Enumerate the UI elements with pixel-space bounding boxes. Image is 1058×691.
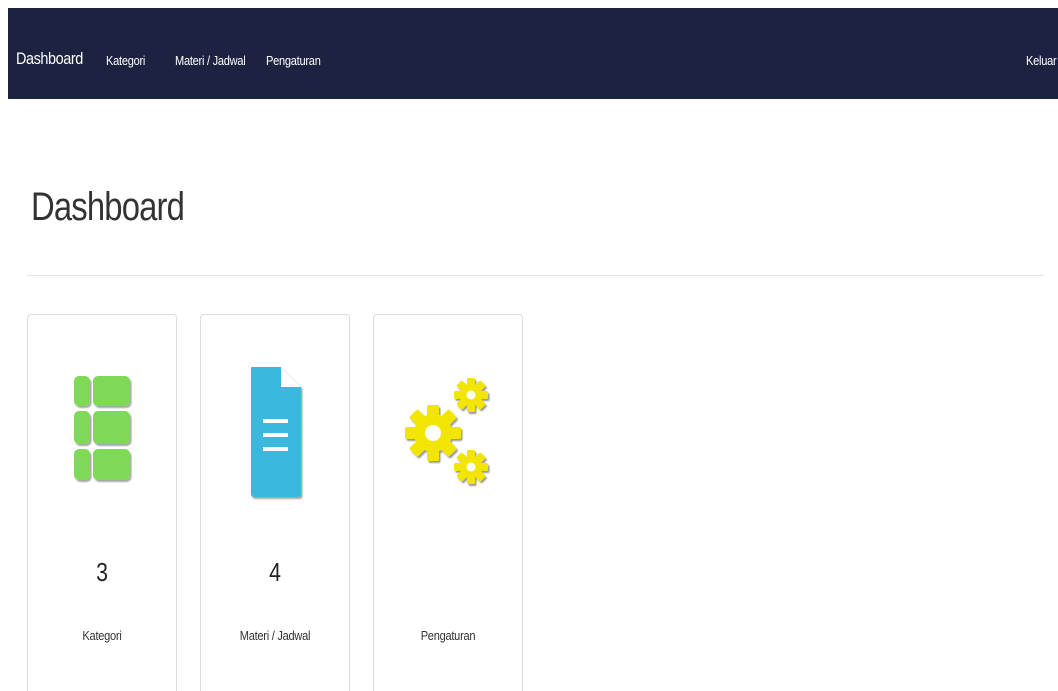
gears-icon xyxy=(374,363,522,503)
page-root: Dashboard Kategori Materi / Jadwal Penga… xyxy=(0,0,1058,691)
header-divider xyxy=(27,275,1044,276)
tile-count: 4 xyxy=(269,557,281,587)
nav-link-materi-jadwal[interactable]: Materi / Jadwal xyxy=(175,53,246,68)
top-navbar: Dashboard Kategori Materi / Jadwal Penga… xyxy=(8,8,1058,99)
navbar-brand[interactable]: Dashboard xyxy=(16,49,83,69)
tile-kategori[interactable]: 3 Kategori xyxy=(27,314,177,691)
nav-link-keluar[interactable]: Keluar xyxy=(1026,53,1057,68)
tile-label: Materi / Jadwal xyxy=(239,628,311,643)
tile-pengaturan[interactable]: Pengaturan xyxy=(373,314,523,691)
tile-count: 3 xyxy=(96,557,108,587)
page-title: Dashboard xyxy=(31,185,185,229)
nav-link-kategori[interactable]: Kategori xyxy=(106,53,145,68)
tile-materi-jadwal[interactable]: 4 Materi / Jadwal xyxy=(200,314,350,691)
document-icon xyxy=(201,363,349,503)
tile-label: Pengaturan xyxy=(420,628,476,643)
tile-label: Kategori xyxy=(82,628,122,643)
nav-link-pengaturan[interactable]: Pengaturan xyxy=(266,53,321,68)
grid-list-icon xyxy=(28,363,176,503)
